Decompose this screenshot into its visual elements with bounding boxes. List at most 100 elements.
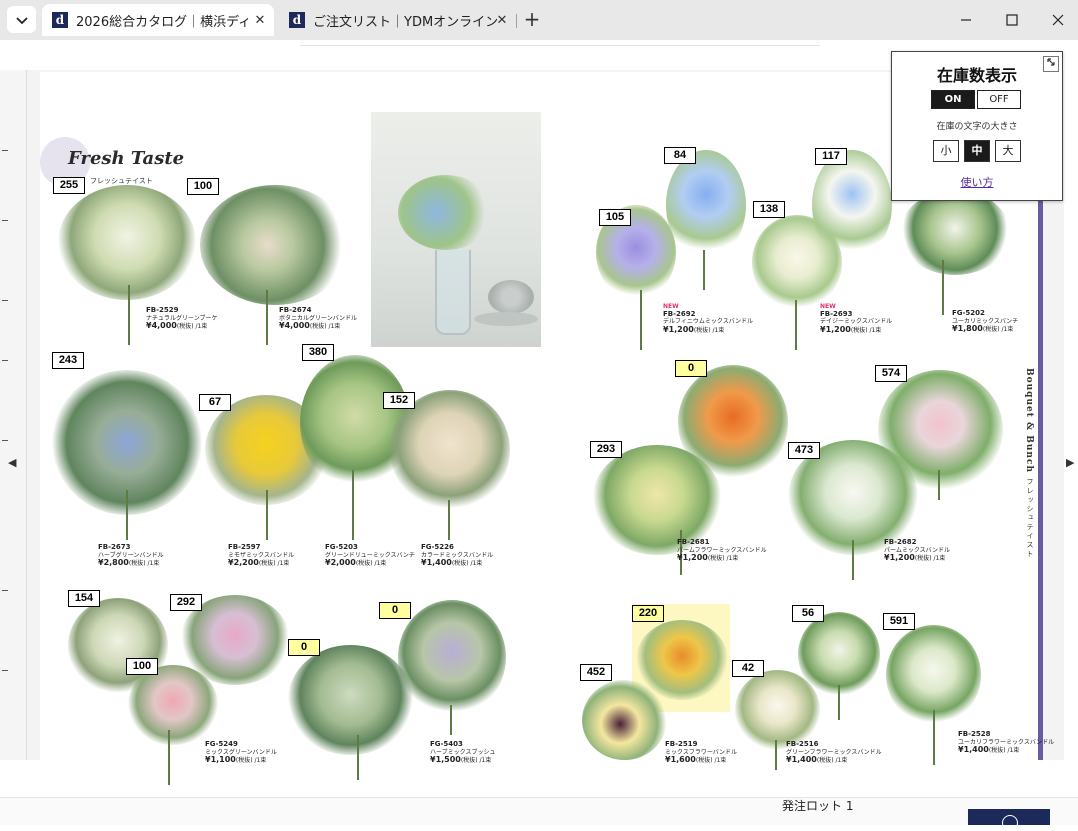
stock-count-badge: 105 [599,209,631,226]
tab-order-list[interactable]: d ご注文リスト｜YDMオンラインストア ✕ [280,4,516,36]
stock-count-badge: 152 [383,392,415,409]
size-medium-button[interactable]: 中 [964,140,990,162]
usage-link[interactable]: 使い方 [892,174,1062,190]
divider [300,45,820,46]
product-image-fg5249c[interactable] [128,665,218,745]
tick-mark [2,300,8,301]
collapse-icon[interactable] [1043,56,1059,72]
minimize-button[interactable] [955,9,977,31]
stock-count-badge: 56 [792,605,824,622]
product-image-fb2692b[interactable] [666,150,746,260]
stem [852,540,854,580]
stem [266,290,268,345]
section-label-jp: フレッシュテイスト [1026,478,1034,559]
bottom-bar [0,797,1078,825]
product-info-fb2519: FB-2519 ミックスフラワーバンドル ¥1,600(税抜) /1束 [665,740,738,764]
stock-count-badge: 67 [199,394,231,411]
product-info-fb2682: FB-2682 パームミックスバンドル ¥1,200(税抜) /1束 [884,538,950,562]
product-info-fg5249: FG-5249 ミックスグリーンバンドル ¥1,100(税抜) /1束 [205,740,277,764]
stock-count-badge-zero: 0 [288,639,320,656]
product-image-fb2693b[interactable] [812,150,892,260]
plate [474,312,538,326]
size-small-button[interactable]: 小 [933,140,959,162]
product-info-fb2529: FB-2529 ナチュラルグリーンブーケ ¥4,000(税抜) /1束 [146,306,218,330]
stock-count-badge: 473 [788,442,820,459]
stock-count-badge: 574 [875,365,907,382]
stock-count-badge: 255 [53,177,85,194]
stem [933,710,935,765]
stock-count-badge: 100 [187,178,219,195]
product-info-fb2597: FB-2597 ミモザミックスバンドル ¥2,200(税抜) /1束 [228,543,295,567]
product-info-fg5203: FG-5203 グリーンドリューミックスバンチ ¥2,000(税抜) /1束 [325,543,415,567]
stock-count-badge: 243 [52,352,84,369]
order-lot-label: 発注ロット 1 [782,799,854,813]
stock-count-badge: 293 [590,441,622,458]
thumbnail-strip[interactable] [0,70,27,760]
stem [838,685,840,720]
stock-count-badge: 292 [170,594,202,611]
maximize-button[interactable] [1001,9,1023,31]
stock-display-panel: 在庫数表示 ON OFF 在庫の文字の大きさ 小 中 大 使い方 [891,51,1063,201]
stock-count-badge-zero: 0 [379,602,411,619]
stock-count-badge-zero: 0 [675,360,707,377]
stock-count-badge: 380 [302,344,334,361]
site-favicon-icon: d [289,12,305,28]
stem [168,730,170,785]
product-info-fb2528: FB-2528 ユーカリフラワーミックスバンドル ¥1,400(税抜) /1束 [958,730,1055,754]
panel-title: 在庫数表示 [936,66,1017,85]
tab-catalog[interactable]: d 2026総合カタログ｜横浜ディスプ ✕ [42,4,274,36]
product-image-fg5403[interactable] [288,645,413,755]
product-image-fb2674[interactable] [200,185,350,305]
tick-mark [2,440,8,441]
section-title: Fresh Taste [68,148,185,169]
tab-title: ご注文リスト｜YDMオンラインストア [313,14,498,30]
size-large-button[interactable]: 大 [995,140,1021,162]
tick-mark [2,590,8,591]
section-label-en: Bouquet & Bunch [1024,368,1034,473]
stem [128,285,130,345]
product-image-fg5403b[interactable] [398,600,506,715]
stock-count-badge: 117 [815,148,847,165]
product-info-fb2674: FB-2674 ボタニカルグリーンバンドル ¥4,000(税抜) /1束 [279,306,358,330]
product-info-fg5226: FG-5226 カラードミックスバンドル ¥1,400(税抜) /1束 [421,543,494,567]
product-image-fb2529[interactable] [58,185,196,300]
product-info-fg5403: FG-5403 ハーブミックスブッシュ ¥1,500(税抜) /1束 [430,740,496,764]
tab-separator [516,14,517,28]
stock-count-badge: 154 [68,590,100,607]
stock-on-button[interactable]: ON [931,90,975,109]
stem [703,250,705,290]
stem [266,490,268,540]
new-tab-button[interactable]: + [522,9,542,30]
stock-count-badge: 452 [580,664,612,681]
product-info-fb2693: NEW FB-2693 デイジーミックスバンドル ¥1,200(税抜) /1束 [820,303,893,334]
stem [942,260,944,315]
stock-count-badge-zero: 220 [632,605,664,622]
close-icon[interactable]: ✕ [252,12,268,28]
browser-titlebar: d 2026総合カタログ｜横浜ディスプ ✕ d ご注文リスト｜YDMオンラインス… [0,0,1078,40]
order-action-button[interactable] [968,809,1050,831]
product-info-fb2692: NEW FB-2692 デルフィニウムミックスバンドル ¥1,200(税抜) /… [663,303,754,334]
tick-mark [2,150,8,151]
tick-mark [2,220,8,221]
product-image-fb2519b[interactable] [582,680,667,760]
section-color-bar [1038,160,1043,760]
tab-search-dropdown[interactable] [7,6,36,33]
tab-title: 2026総合カタログ｜横浜ディスプ [76,14,251,30]
stock-count-badge: 591 [883,613,915,630]
product-image-fg5202[interactable] [900,190,1010,275]
close-icon[interactable]: ✕ [494,12,510,28]
stem [775,740,777,770]
close-window-button[interactable] [1047,9,1069,31]
site-favicon-icon: d [52,12,68,28]
stock-off-button[interactable]: OFF [977,90,1021,109]
chevron-down-icon [15,10,28,29]
product-info-fb2681: FB-2681 パームフラワーミックスバンドル ¥1,200(税抜) /1束 [677,538,767,562]
stock-count-badge: 42 [732,660,764,677]
prev-page-button[interactable]: ◀ [8,456,16,469]
stock-count-badge: 138 [753,201,785,218]
stem [640,290,642,350]
stem [795,300,797,350]
stem [938,470,940,500]
product-info-fb2673: FB-2673 ハーブグリーンバンドル ¥2,800(税抜) /1束 [98,543,164,567]
next-page-button[interactable]: ▶ [1066,456,1074,469]
